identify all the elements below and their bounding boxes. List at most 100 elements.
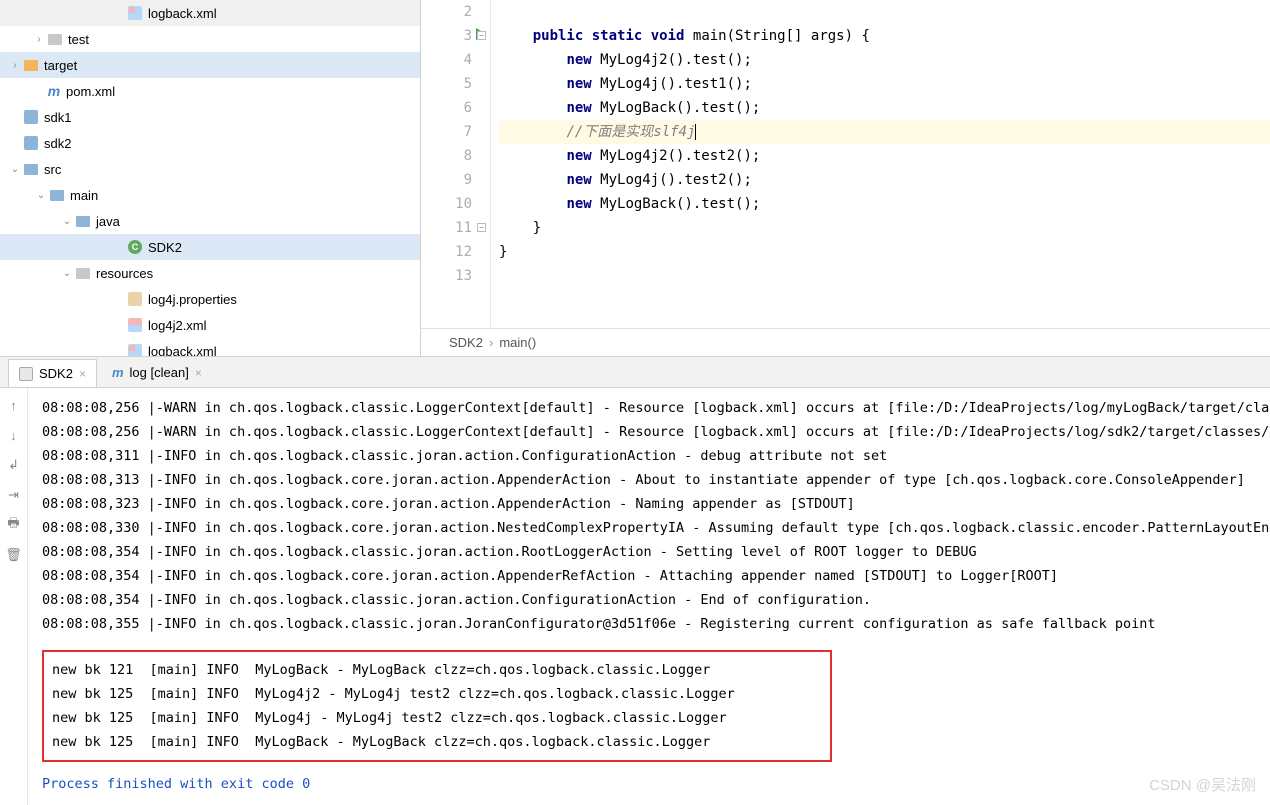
breadcrumb-item[interactable]: SDK2 xyxy=(449,335,483,350)
tree-label: pom.xml xyxy=(66,84,115,99)
tree-item[interactable]: › target xyxy=(0,52,420,78)
gutter-line: 6 xyxy=(421,96,472,120)
code-text xyxy=(499,28,533,44)
tree-item[interactable]: logback.xml xyxy=(0,0,420,26)
console-output[interactable]: 08:08:08,256 |-WARN in ch.qos.logback.cl… xyxy=(28,388,1270,805)
console-line: new bk 121 [main] INFO MyLogBack - MyLog… xyxy=(52,658,822,682)
tree-item[interactable]: sdk2 xyxy=(0,130,420,156)
folder-icon xyxy=(126,316,144,334)
tree-label: SDK2 xyxy=(148,240,182,255)
tree-arrow-icon[interactable]: ⌄ xyxy=(8,164,22,175)
soft-wrap-icon[interactable]: ↲ xyxy=(5,456,23,474)
code-lines[interactable]: public static void main(String[] args) {… xyxy=(491,0,1270,328)
gutter-line: 11− xyxy=(421,216,472,240)
gutter-line: 3− xyxy=(421,24,472,48)
folder-icon xyxy=(74,212,92,230)
gutter-line: 10 xyxy=(421,192,472,216)
folder-icon xyxy=(22,160,40,178)
close-icon[interactable]: × xyxy=(195,366,202,380)
folder-icon xyxy=(74,264,92,282)
console-line: 08:08:08,311 |-INFO in ch.qos.logback.cl… xyxy=(42,444,1256,468)
scroll-to-end-icon[interactable]: ⇥ xyxy=(5,486,23,504)
tree-label: resources xyxy=(96,266,153,281)
close-icon[interactable]: × xyxy=(79,367,86,381)
console-line: 08:08:08,355 |-INFO in ch.qos.logback.cl… xyxy=(42,612,1256,636)
editor: 23−4567891011−1213 public static void ma… xyxy=(420,0,1270,356)
fold-icon[interactable]: − xyxy=(477,31,486,40)
gutter-line: 8 xyxy=(421,144,472,168)
tree-item[interactable]: logback.xml xyxy=(0,338,420,356)
console-line: new bk 125 [main] INFO MyLog4j2 - MyLog4… xyxy=(52,682,822,706)
gutter-line: 5 xyxy=(421,72,472,96)
console-line: new bk 125 [main] INFO MyLog4j - MyLog4j… xyxy=(52,706,822,730)
scroll-down-icon[interactable]: ↓ xyxy=(5,426,23,444)
run-tab-sdk2[interactable]: SDK2 × xyxy=(8,359,97,387)
exit-message: Process finished with exit code 0 xyxy=(42,772,1256,796)
tree-label: main xyxy=(70,188,98,203)
tab-label: log [clean] xyxy=(130,365,189,380)
gutter-line: 7 xyxy=(421,120,472,144)
console-line: 08:08:08,256 |-WARN in ch.qos.logback.cl… xyxy=(42,420,1256,444)
tree-item[interactable]: sdk1 xyxy=(0,104,420,130)
run-tabs: SDK2 × m log [clean] × xyxy=(0,356,1270,388)
tree-label: sdk1 xyxy=(44,110,71,125)
folder-icon xyxy=(126,4,144,22)
tab-label: SDK2 xyxy=(39,366,73,381)
console-icon xyxy=(19,367,33,381)
tree-item[interactable]: › test xyxy=(0,26,420,52)
tree-label: java xyxy=(96,214,120,229)
console-line: 08:08:08,354 |-INFO in ch.qos.logback.co… xyxy=(42,564,1256,588)
tree-item[interactable]: log4j.properties xyxy=(0,286,420,312)
highlighted-output: new bk 121 [main] INFO MyLogBack - MyLog… xyxy=(42,650,832,762)
tree-arrow-icon[interactable]: › xyxy=(32,34,46,45)
tree-arrow-icon[interactable]: › xyxy=(8,60,22,71)
scroll-up-icon[interactable]: ↑ xyxy=(5,396,23,414)
tree-arrow-icon[interactable]: ⌄ xyxy=(60,216,74,227)
tree-item[interactable]: ⌄ resources xyxy=(0,260,420,286)
tree-label: target xyxy=(44,58,77,73)
console-line: 08:08:08,354 |-INFO in ch.qos.logback.cl… xyxy=(42,588,1256,612)
tree-item[interactable]: log4j2.xml xyxy=(0,312,420,338)
tree-item[interactable]: ⌄ java xyxy=(0,208,420,234)
gutter-line: 2 xyxy=(421,0,472,24)
fold-icon[interactable]: − xyxy=(477,223,486,232)
maven-icon: m xyxy=(46,83,62,99)
console-line: 08:08:08,354 |-INFO in ch.qos.logback.cl… xyxy=(42,540,1256,564)
tree-label: log4j.properties xyxy=(148,292,237,307)
tree-label: test xyxy=(68,32,89,47)
console-line: new bk 125 [main] INFO MyLogBack - MyLog… xyxy=(52,730,822,754)
gutter-line: 13 xyxy=(421,264,472,288)
run-tab-log[interactable]: m log [clean] × xyxy=(101,358,213,387)
breadcrumb-sep: › xyxy=(489,335,493,350)
project-tree[interactable]: logback.xml › test › target m pom.xml sdk1 sdk2 ⌄… xyxy=(0,0,420,356)
console-toolbar: ↑ ↓ ↲ ⇥ 🖶 🗑 xyxy=(0,388,28,805)
console-line: 08:08:08,313 |-INFO in ch.qos.logback.co… xyxy=(42,468,1256,492)
tree-item[interactable]: ⌄src xyxy=(0,156,420,182)
folder-icon xyxy=(22,108,40,126)
tree-label: sdk2 xyxy=(44,136,71,151)
console-line: 08:08:08,256 |-WARN in ch.qos.logback.cl… xyxy=(42,396,1256,420)
breadcrumb-item[interactable]: main() xyxy=(499,335,536,350)
keyword: public xyxy=(533,28,584,44)
folder-icon xyxy=(22,56,40,74)
breadcrumb[interactable]: SDK2 › main() xyxy=(421,328,1270,356)
tree-item[interactable]: C SDK2 xyxy=(0,234,420,260)
folder-icon xyxy=(22,134,40,152)
tree-label: log4j2.xml xyxy=(148,318,207,333)
clear-icon[interactable]: 🗑 xyxy=(5,546,23,564)
maven-icon: m xyxy=(112,365,124,380)
tree-arrow-icon[interactable]: ⌄ xyxy=(60,268,74,279)
folder-icon xyxy=(126,290,144,308)
folder-icon xyxy=(48,186,66,204)
tree-arrow-icon[interactable]: ⌄ xyxy=(34,190,48,201)
tree-label: logback.xml xyxy=(148,344,217,357)
console-line: 08:08:08,323 |-INFO in ch.qos.logback.co… xyxy=(42,492,1256,516)
gutter-line: 4 xyxy=(421,48,472,72)
tree-item[interactable]: m pom.xml xyxy=(0,78,420,104)
print-icon[interactable]: 🖶 xyxy=(5,516,23,534)
class-icon: C xyxy=(126,238,144,256)
folder-icon xyxy=(46,30,64,48)
tree-item[interactable]: ⌄ main xyxy=(0,182,420,208)
console-line: 08:08:08,330 |-INFO in ch.qos.logback.co… xyxy=(42,516,1256,540)
folder-icon xyxy=(126,342,144,356)
